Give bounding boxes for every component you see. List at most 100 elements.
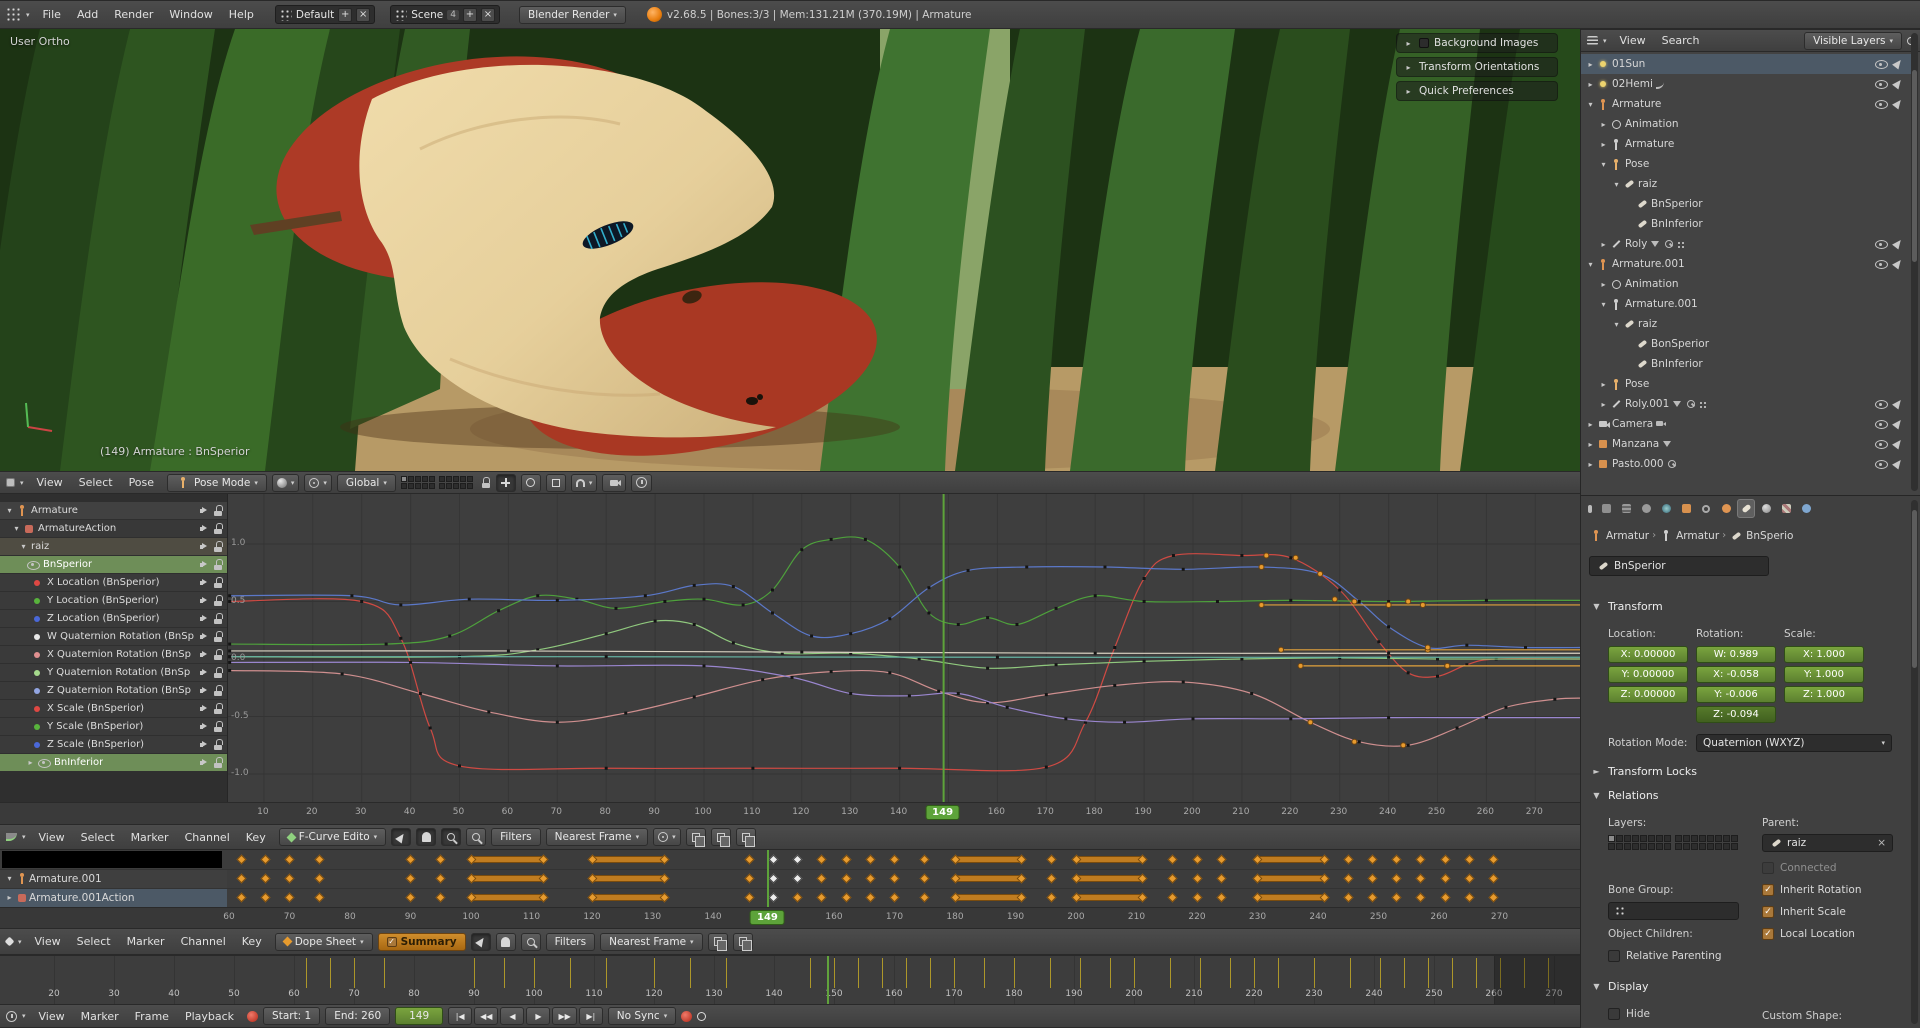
arrow-restrict-icon[interactable] [1889,98,1905,110]
keyframe-diamond[interactable] [817,855,827,865]
arrow-restrict-icon[interactable] [1889,258,1905,270]
record-button[interactable] [681,1011,692,1022]
expander-icon[interactable]: ▸ [25,758,36,767]
current-frame-field[interactable]: 149 [395,1007,443,1025]
layer-toggle[interactable] [1707,835,1714,842]
keyframe-diamond[interactable] [436,874,446,884]
keyframe-diamond[interactable] [1047,855,1057,865]
layer-toggle[interactable] [1691,843,1698,850]
timeline-keyframe-line[interactable] [1014,958,1015,988]
timeline-keyframe-line[interactable] [1428,958,1429,988]
layer-toggle[interactable] [1699,843,1706,850]
layer-toggle[interactable] [1723,835,1730,842]
tab-physics[interactable] [1797,499,1815,518]
layer-toggle[interactable] [1632,843,1639,850]
panel-transform-header[interactable]: ▼Transform [1591,600,1663,613]
keyframe-diamond[interactable] [1047,893,1057,903]
breadcrumb-item[interactable]: Armatur [1676,530,1719,542]
keyframe-diamond[interactable] [1367,855,1377,865]
timeline-keyframe-line[interactable] [504,958,505,988]
only-selected-toggle[interactable] [391,828,411,846]
lock-icon[interactable] [213,541,223,552]
transform-orientations-panel[interactable]: ▸Transform Orientations [1396,57,1558,77]
keyframe-diamond[interactable] [890,855,900,865]
rotation-x-field[interactable]: X: -0.058 [1696,666,1776,683]
scene-selector[interactable]: Scene 4 + × [390,5,500,24]
lock-icon[interactable] [213,505,223,516]
channel-w-quaternion-rotation-bnsp[interactable]: W Quaternion Rotation (BnSp [0,628,227,645]
connected-checkbox-row[interactable]: Connected [1762,862,1837,874]
timeline-menu-view[interactable]: View [31,1010,73,1023]
viewport-menu-view[interactable]: View [29,476,71,489]
layer-toggle[interactable] [1683,835,1690,842]
bone-group-select[interactable] [1608,902,1739,920]
keyframe-diamond[interactable] [793,893,803,903]
timeline-keyframe-line[interactable] [882,958,883,988]
layer-toggle[interactable] [453,483,459,489]
timeline-keyframe-line[interactable] [1452,958,1453,988]
rotation-y-field[interactable]: Y: -0.006 [1696,686,1776,703]
outliner-item-camera[interactable]: ▸Camera [1581,414,1911,434]
outliner-item-animation[interactable]: ▸Animation [1581,274,1911,294]
keyframe-diamond[interactable] [1416,893,1426,903]
expander-icon[interactable]: ▾ [1611,180,1622,189]
keyframe-range[interactable] [955,875,1022,882]
keyframe-diamond[interactable] [890,893,900,903]
outliner-item-pose[interactable]: ▸Pose [1581,374,1911,394]
eye-restrict-icon[interactable] [1873,238,1889,250]
timeline-keyframe-line[interactable] [1254,958,1255,988]
current-frame-line[interactable] [827,956,829,1005]
keyframe-diamond[interactable] [769,893,779,903]
background-images-checkbox[interactable] [1419,38,1429,48]
timeline-keyframe-line[interactable] [306,958,307,988]
lock-icon[interactable] [213,685,223,696]
paste-keyframes-button[interactable] [733,933,753,951]
expander-icon[interactable]: ▸ [1598,120,1609,129]
keying-set-icon[interactable] [697,1012,706,1021]
keyframe-diamond[interactable] [817,893,827,903]
expander-icon[interactable]: ▸ [1598,240,1609,249]
next-key-button[interactable]: ▶▶ [552,1007,576,1025]
keyframe-diamond[interactable] [1464,893,1474,903]
lock-icon[interactable] [213,631,223,642]
expander-icon[interactable]: ▸ [1585,80,1596,89]
keyframe-range[interactable] [471,875,544,882]
expander-icon[interactable]: ▾ [1585,260,1596,269]
outliner-item-animation[interactable]: ▸Animation [1581,114,1911,134]
keyframe-diamond[interactable] [315,893,325,903]
eye-restrict-icon[interactable] [1873,418,1889,430]
mute-speaker-icon[interactable] [199,614,210,624]
keyframe-diamond[interactable] [841,874,851,884]
layer-toggle[interactable] [453,476,459,482]
panel-transform-locks-header[interactable]: ►Transform Locks [1591,765,1697,778]
layer-toggle[interactable] [1715,843,1722,850]
view-flip-button[interactable] [736,828,756,846]
keyframe-diamond[interactable] [1488,874,1498,884]
layer-toggle[interactable] [1691,835,1698,842]
dope-menu-select[interactable]: Select [69,935,119,948]
timeline-keyframe-line[interactable] [1476,958,1477,988]
rotation-z-field[interactable]: Z: -0.094 [1696,706,1776,723]
keyframe-diamond[interactable] [1047,874,1057,884]
filters-button[interactable]: Filters [491,828,540,846]
only-selected-toggle[interactable] [471,933,491,951]
snap-select[interactable]: Nearest Frame▾ [546,828,648,846]
keyframe-diamond[interactable] [260,893,270,903]
layer-toggle[interactable] [1624,835,1631,842]
lock-icon[interactable] [213,757,223,768]
keyframe-diamond[interactable] [890,874,900,884]
keyframe-diamond[interactable] [1367,893,1377,903]
keyframe-diamond[interactable] [1192,855,1202,865]
channel-y-location-bnsperior[interactable]: Y Location (BnSperior) [0,592,227,609]
browse-layout-icon[interactable] [280,9,292,21]
keyframe-diamond[interactable] [260,855,270,865]
graph-frame-ruler[interactable]: 1020304050607080901001101201301401501601… [0,802,1580,824]
keyframe-diamond[interactable] [285,874,295,884]
keyframe-diamond[interactable] [1392,874,1402,884]
scale-x-field[interactable]: X: 1.000 [1784,646,1864,663]
add-scene-button[interactable]: + [463,8,477,22]
channel-x-location-bnsperior[interactable]: X Location (BnSperior) [0,574,227,591]
expander-icon[interactable]: ▸ [1598,140,1609,149]
keyframe-range[interactable] [1076,894,1143,901]
relative-parenting-checkbox[interactable] [1608,950,1620,962]
